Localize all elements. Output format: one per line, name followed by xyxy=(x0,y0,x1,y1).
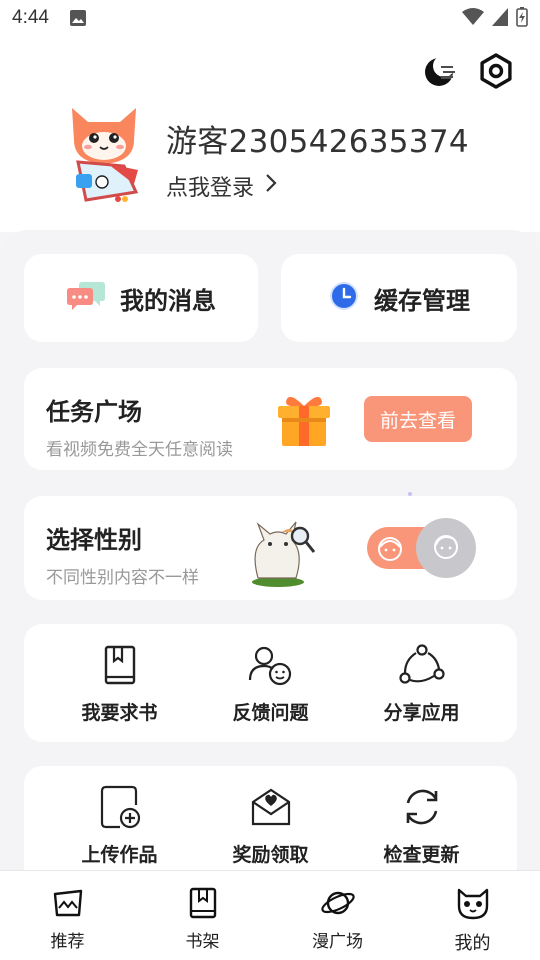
nav-comic-plaza-label: 漫广场 xyxy=(312,932,363,952)
nav-recommend-label: 推荐 xyxy=(50,932,85,952)
gender-select-title: 选择性别 xyxy=(46,526,142,554)
nav-comic-plaza[interactable]: 漫广场 xyxy=(270,871,405,960)
my-messages-card[interactable]: 我的消息 xyxy=(24,254,258,342)
username: 游客230542635374 xyxy=(166,124,469,160)
settings-gear-icon[interactable] xyxy=(477,52,515,90)
main-panel: 我的消息 缓存管理 任务广场 看视频免费全天任意阅读 前去查看 选择性别 不同性… xyxy=(0,230,540,870)
night-mode-icon[interactable] xyxy=(422,52,460,90)
nav-mine[interactable]: 我的 xyxy=(405,871,540,960)
chevron-right-icon xyxy=(264,172,278,200)
cache-management-card[interactable]: 缓存管理 xyxy=(281,254,517,342)
claim-reward-label: 奖励领取 xyxy=(232,843,309,866)
tools-row-1: 我要求书 反馈问题 分享应用 xyxy=(24,624,517,742)
gender-select-card[interactable]: 选择性别 不同性别内容不一样 xyxy=(24,496,517,600)
my-messages-label: 我的消息 xyxy=(120,286,216,315)
male-face-icon xyxy=(375,533,405,567)
cat-face-icon xyxy=(455,885,491,921)
gallery-notification-icon xyxy=(69,9,87,31)
cache-management-label: 缓存管理 xyxy=(374,286,470,315)
planet-icon xyxy=(320,885,356,921)
nav-mine-label: 我的 xyxy=(454,933,491,954)
recommend-icon xyxy=(50,885,86,921)
check-update-button[interactable]: 检查更新 xyxy=(357,784,487,867)
bookshelf-icon xyxy=(185,885,221,921)
status-time: 4:44 xyxy=(12,7,49,28)
login-link[interactable]: 点我登录 xyxy=(166,170,278,202)
reward-envelope-icon xyxy=(248,784,294,830)
tools-row-2: 上传作品 奖励领取 检查更新 xyxy=(24,766,517,870)
wifi-icon xyxy=(462,8,484,30)
task-plaza-subtitle: 看视频免费全天任意阅读 xyxy=(46,440,233,460)
clock-icon xyxy=(328,280,360,316)
share-icon xyxy=(398,642,445,688)
gift-box-icon xyxy=(274,390,334,454)
avatar[interactable] xyxy=(64,100,144,210)
nav-bookshelf-label: 书架 xyxy=(185,932,220,952)
feedback-label: 反馈问题 xyxy=(232,701,309,724)
check-update-label: 检查更新 xyxy=(383,843,460,866)
refresh-icon xyxy=(399,784,445,830)
request-book-label: 我要求书 xyxy=(81,701,158,724)
nav-recommend[interactable]: 推荐 xyxy=(0,871,135,960)
chat-bubbles-icon xyxy=(66,280,106,316)
cat-magnifier-illustration xyxy=(238,508,338,592)
request-book-button[interactable]: 我要求书 xyxy=(55,642,185,725)
share-app-button[interactable]: 分享应用 xyxy=(357,642,487,725)
go-check-button[interactable]: 前去查看 xyxy=(364,396,472,442)
bottom-navigation: 推荐 书架 漫广场 我的 xyxy=(0,870,540,960)
upload-work-label: 上传作品 xyxy=(81,843,158,866)
share-app-label: 分享应用 xyxy=(383,701,460,724)
upload-work-button[interactable]: 上传作品 xyxy=(55,784,185,867)
signal-icon xyxy=(492,8,508,30)
gender-select-subtitle: 不同性别内容不一样 xyxy=(46,568,199,588)
feedback-button[interactable]: 反馈问题 xyxy=(206,642,336,725)
gender-toggle-knob[interactable] xyxy=(416,518,476,578)
feedback-user-icon xyxy=(248,642,294,688)
login-label: 点我登录 xyxy=(166,176,255,201)
battery-icon xyxy=(516,7,528,31)
nav-bookshelf[interactable]: 书架 xyxy=(135,871,270,960)
claim-reward-button[interactable]: 奖励领取 xyxy=(206,784,336,867)
task-plaza-title: 任务广场 xyxy=(46,398,142,426)
task-plaza-card[interactable]: 任务广场 看视频免费全天任意阅读 前去查看 xyxy=(24,368,517,470)
book-icon xyxy=(97,642,143,688)
status-bar: 4:44 xyxy=(0,0,540,36)
female-face-icon xyxy=(430,530,462,566)
upload-doc-icon xyxy=(97,784,143,830)
